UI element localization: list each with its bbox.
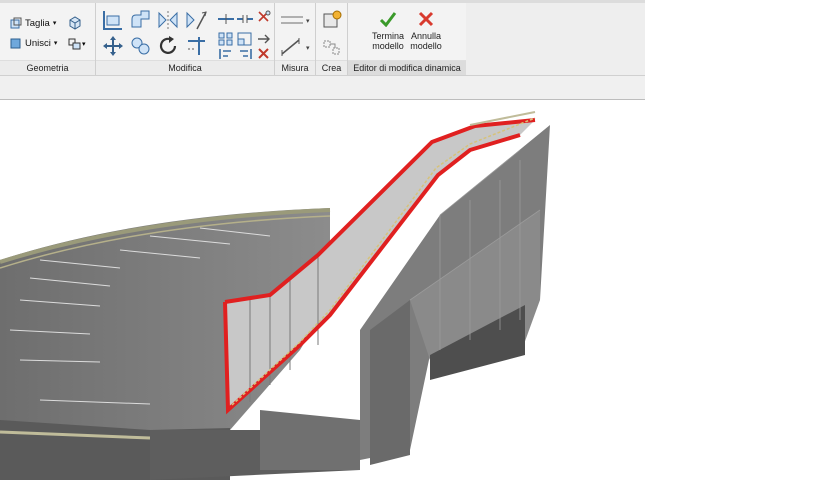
- panel-modifica: Modifica: [96, 3, 275, 75]
- svg-text:▾: ▾: [306, 45, 310, 52]
- pin-icon[interactable]: [255, 31, 273, 47]
- align-left-icon[interactable]: [217, 47, 235, 61]
- finish-model-label: Termina modello: [371, 31, 404, 51]
- mirror-draw-icon[interactable]: [185, 9, 209, 31]
- measure-icon[interactable]: ▾: [279, 11, 313, 29]
- panel-title-geometria: Geometria: [0, 60, 95, 75]
- unisci-dropdown-icon[interactable]: ▾: [54, 39, 58, 47]
- split-element-icon[interactable]: [217, 12, 235, 26]
- ribbon-blank-area: [645, 0, 822, 102]
- copy-icon[interactable]: [129, 35, 153, 57]
- ribbon-empty-area: [466, 3, 645, 75]
- panel-crea: Crea: [316, 3, 348, 75]
- split-gap-icon[interactable]: [236, 12, 254, 26]
- check-icon: [379, 12, 397, 27]
- unpin-icon[interactable]: [255, 9, 273, 25]
- panel-geometria: Taglia ▾ Unisci ▾ ▾ Geometria: [0, 3, 96, 75]
- panel-editor: Termina modello Annulla modello Editor d…: [348, 3, 466, 75]
- trim-icon[interactable]: [185, 35, 209, 57]
- panel-title-editor: Editor di modifica dinamica: [348, 60, 466, 75]
- delete-icon[interactable]: [255, 47, 273, 61]
- taglia-dropdown-icon[interactable]: ▾: [53, 19, 57, 27]
- panel-title-misura: Misura: [275, 60, 315, 75]
- rotate-icon[interactable]: [157, 35, 181, 57]
- panel-title-modifica: Modifica: [96, 60, 274, 75]
- geometry-cube-icon[interactable]: [67, 15, 87, 33]
- ribbon: Taglia ▾ Unisci ▾ ▾ Geometria Modifica ▾…: [0, 0, 645, 76]
- panel-misura: ▾ ▾ Misura: [275, 3, 316, 75]
- x-icon: [418, 11, 434, 27]
- panel-title-crea: Crea: [316, 60, 347, 75]
- scale-icon[interactable]: [236, 31, 254, 47]
- finish-model-button[interactable]: Termina modello: [368, 11, 408, 51]
- align-icon[interactable]: [101, 9, 125, 31]
- create-group-icon[interactable]: [321, 37, 343, 59]
- cancel-model-button[interactable]: Annulla modello: [406, 11, 446, 51]
- svg-text:▾: ▾: [306, 18, 310, 25]
- dimension-icon[interactable]: ▾: [279, 37, 313, 57]
- mirror-axis-icon[interactable]: [157, 9, 181, 31]
- cut-icon: [10, 17, 22, 29]
- options-bar: [0, 76, 645, 100]
- bridge-3d-model: [0, 111, 550, 480]
- offset-icon[interactable]: [129, 9, 153, 31]
- move-icon[interactable]: [101, 35, 125, 57]
- join-icon: [10, 38, 21, 49]
- create-component-icon[interactable]: [321, 9, 343, 31]
- geometry-split-icon[interactable]: ▾: [67, 35, 87, 53]
- taglia-button[interactable]: Taglia ▾: [10, 17, 56, 29]
- taglia-label: Taglia: [25, 17, 50, 29]
- cancel-model-label: Annulla modello: [410, 31, 442, 51]
- array-icon[interactable]: [217, 31, 235, 47]
- svg-text:▾: ▾: [82, 41, 86, 48]
- unisci-button[interactable]: Unisci ▾: [10, 37, 57, 49]
- model-viewport[interactable]: [0, 100, 822, 480]
- unisci-label: Unisci: [25, 37, 51, 49]
- base-step: [260, 410, 360, 470]
- align-right-icon[interactable]: [236, 47, 254, 61]
